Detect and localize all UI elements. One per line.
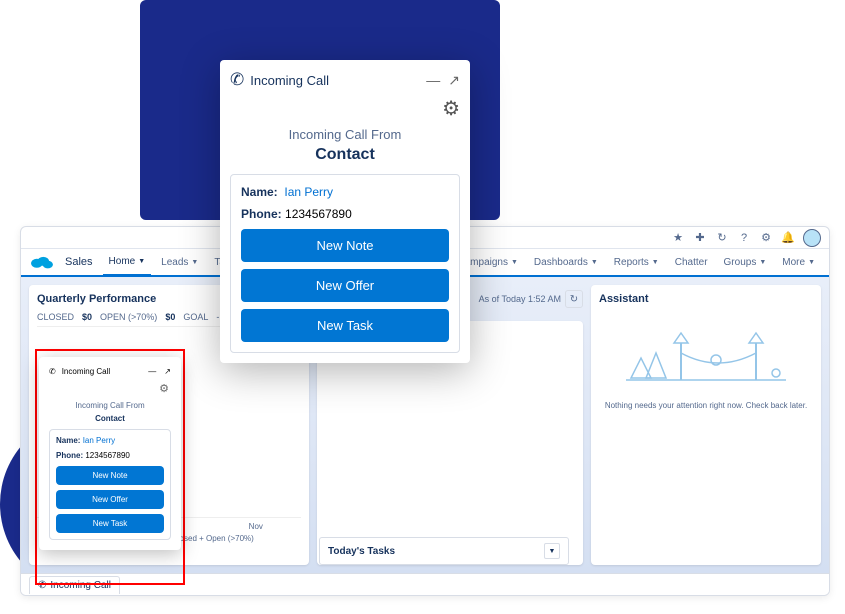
popup-title: Incoming Call bbox=[250, 73, 329, 88]
name-label: Name: bbox=[56, 436, 80, 445]
assistant-message: Nothing needs your attention right now. … bbox=[599, 401, 813, 410]
chevron-down-icon: ▼ bbox=[591, 259, 598, 266]
contact-name-link[interactable]: Ian Perry bbox=[284, 185, 333, 199]
nav-tab-reports[interactable]: Reports▼ bbox=[608, 248, 665, 276]
call-contact-type: Contact bbox=[230, 146, 460, 164]
phone-label: Phone: bbox=[56, 451, 83, 460]
minimize-icon[interactable]: — bbox=[426, 72, 440, 89]
new-offer-button[interactable]: New Offer bbox=[56, 490, 164, 509]
help-icon[interactable]: ? bbox=[737, 231, 751, 245]
new-note-button[interactable]: New Note bbox=[241, 229, 449, 262]
call-subheader: Incoming Call From Contact bbox=[230, 127, 460, 164]
chevron-down-icon: ▼ bbox=[652, 259, 659, 266]
nav-tab-label: Chatter bbox=[675, 257, 708, 268]
goal-value: - bbox=[216, 312, 219, 322]
popup-header: ✆ Incoming Call — ↗ bbox=[49, 367, 171, 382]
chevron-down-icon: ▼ bbox=[191, 259, 198, 266]
nav-tab-label: Groups bbox=[724, 257, 757, 268]
nav-tab-label: Leads bbox=[161, 257, 188, 268]
goal-label: GOAL bbox=[183, 312, 208, 322]
popout-icon[interactable]: ↗ bbox=[164, 367, 171, 376]
name-label: Name: bbox=[241, 185, 278, 199]
popup-header: ✆ Incoming Call — ↗ bbox=[230, 70, 460, 96]
avatar[interactable] bbox=[803, 229, 821, 247]
salesforce-logo-icon bbox=[29, 253, 55, 271]
bell-icon[interactable]: 🔔 bbox=[781, 231, 795, 245]
chevron-down-icon: ▼ bbox=[511, 259, 518, 266]
chevron-down-icon: ▼ bbox=[138, 258, 145, 265]
settings-gear-icon[interactable]: ⚙ bbox=[230, 96, 460, 121]
contact-name-link[interactable]: Ian Perry bbox=[83, 436, 115, 445]
chevron-down-icon: ▼ bbox=[808, 259, 815, 266]
nav-tab-label: Dashboards bbox=[534, 257, 588, 268]
phone-icon: ✆ bbox=[230, 70, 244, 90]
minimize-icon[interactable]: — bbox=[148, 367, 156, 376]
timestamp: As of Today 1:52 AM bbox=[479, 294, 561, 304]
call-subheader: Incoming Call From Contact bbox=[49, 401, 171, 423]
phone-label: Phone: bbox=[241, 207, 282, 221]
call-contact-type: Contact bbox=[49, 414, 171, 423]
open-value: $0 bbox=[165, 312, 175, 322]
nav-tab-home[interactable]: Home▼ bbox=[103, 249, 152, 277]
star-icon[interactable]: ★ bbox=[671, 231, 685, 245]
todays-tasks-card: Today's Tasks ▼ bbox=[319, 537, 569, 565]
history-icon[interactable]: ↻ bbox=[715, 231, 729, 245]
refresh-icon[interactable]: ↻ bbox=[565, 290, 583, 308]
tasks-dropdown-icon[interactable]: ▼ bbox=[544, 543, 560, 559]
call-details-box: Name: Ian Perry Phone: 1234567890 New No… bbox=[230, 174, 460, 353]
new-task-button[interactable]: New Task bbox=[56, 514, 164, 533]
incoming-call-popup-small: ✆ Incoming Call — ↗ ⚙ Incoming Call From… bbox=[39, 357, 181, 550]
nav-tab-chatter[interactable]: Chatter bbox=[669, 248, 714, 276]
call-from-label: Incoming Call From bbox=[49, 401, 171, 410]
add-icon[interactable]: ✚ bbox=[693, 231, 707, 245]
open-label: OPEN (>70%) bbox=[100, 312, 157, 322]
assistant-illustration bbox=[599, 313, 813, 393]
nav-tab-leads[interactable]: Leads▼ bbox=[155, 248, 204, 276]
nav-tab-label: Reports bbox=[614, 257, 649, 268]
chart-month: Nov bbox=[249, 522, 263, 531]
app-name: Sales bbox=[65, 256, 93, 268]
nav-tab-label: More bbox=[782, 257, 805, 268]
call-from-label: Incoming Call From bbox=[230, 127, 460, 142]
chevron-down-icon: ▼ bbox=[759, 259, 766, 266]
nav-tab-dashboards[interactable]: Dashboards▼ bbox=[528, 248, 604, 276]
nav-tab-more[interactable]: More▼ bbox=[776, 248, 821, 276]
assistant-title: Assistant bbox=[599, 293, 813, 305]
settings-gear-icon[interactable]: ⚙ bbox=[49, 382, 171, 395]
new-task-button[interactable]: New Task bbox=[241, 309, 449, 342]
closed-label: CLOSED bbox=[37, 312, 74, 322]
assistant-card: Assistant Nothing needs your attention r… bbox=[591, 285, 821, 565]
call-details-box: Name: Ian Perry Phone: 1234567890 New No… bbox=[49, 429, 171, 540]
new-note-button[interactable]: New Note bbox=[56, 466, 164, 485]
phone-value: 1234567890 bbox=[285, 207, 352, 221]
phone-icon: ✆ bbox=[49, 367, 56, 376]
closed-value: $0 bbox=[82, 312, 92, 322]
popout-icon[interactable]: ↗ bbox=[448, 72, 460, 89]
incoming-call-popup-large: ✆ Incoming Call — ↗ ⚙ Incoming Call From… bbox=[220, 60, 470, 363]
new-offer-button[interactable]: New Offer bbox=[241, 269, 449, 302]
nav-tab-groups[interactable]: Groups▼ bbox=[718, 248, 773, 276]
nav-tab-label: Home bbox=[109, 256, 136, 267]
tasks-title: Today's Tasks bbox=[328, 546, 395, 557]
phone-value: 1234567890 bbox=[85, 451, 130, 460]
popup-title: Incoming Call bbox=[62, 367, 110, 376]
gear-icon[interactable]: ⚙ bbox=[759, 231, 773, 245]
